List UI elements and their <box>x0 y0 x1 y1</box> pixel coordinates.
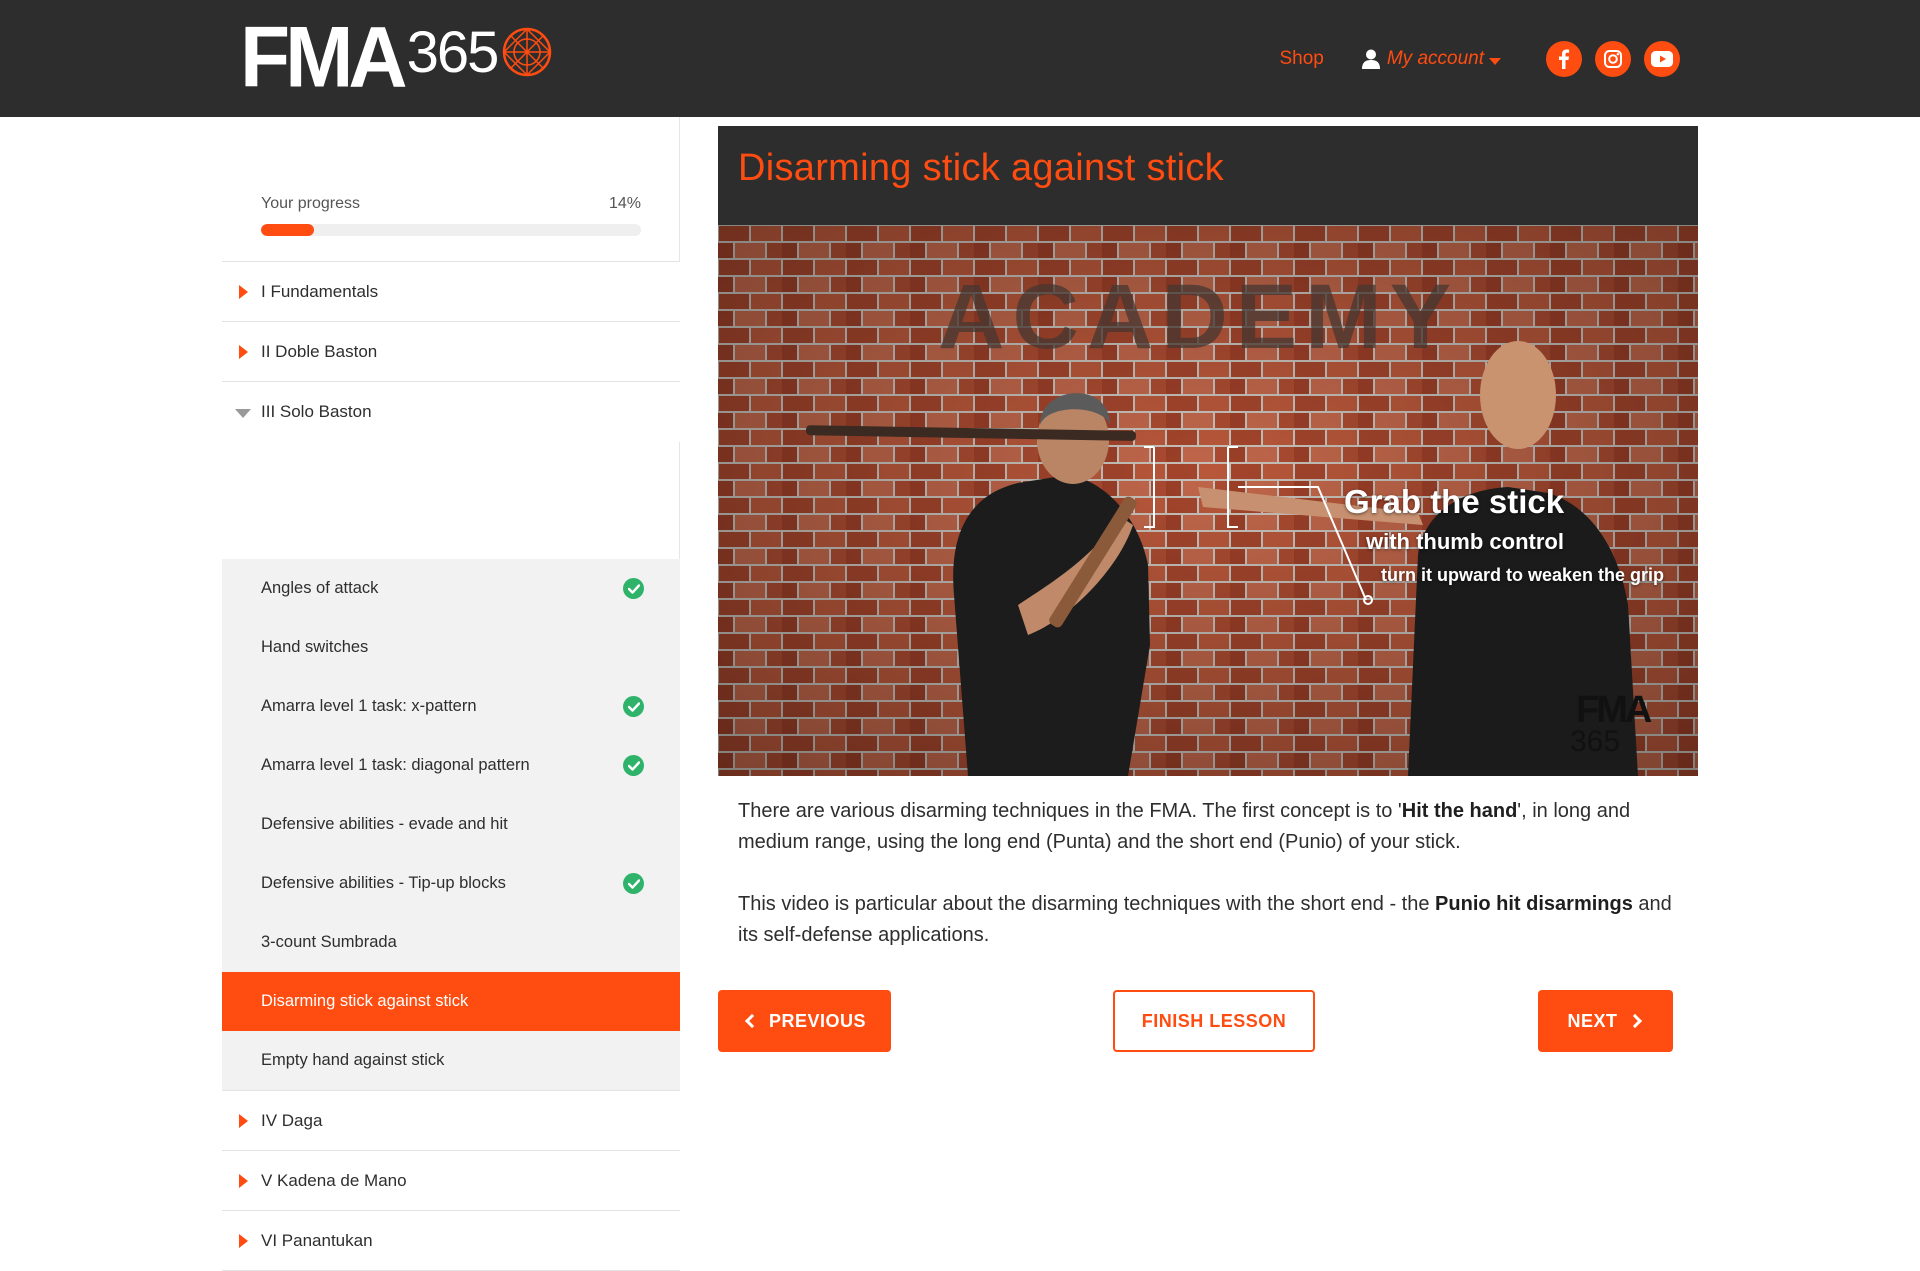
lesson-title: Disarming stick against stick <box>738 147 1224 189</box>
check-circle-icon <box>623 578 644 599</box>
section-solo-baston[interactable]: III Solo Baston <box>222 382 680 442</box>
previous-button[interactable]: PREVIOUS <box>718 990 891 1052</box>
wall-sign: ACADEMY <box>938 266 1460 368</box>
caret-right-icon <box>239 1174 248 1188</box>
site-header: FMA 365 Shop My account <box>0 0 1920 117</box>
progress-bar-fill <box>261 224 315 236</box>
lesson-label: Angles of attack <box>261 579 379 597</box>
section-panantukan[interactable]: VI Panantukan <box>222 1211 680 1271</box>
caret-right-icon <box>239 345 248 359</box>
description-paragraph: This video is particular about the disar… <box>738 893 1672 946</box>
lesson-item[interactable]: Amarra level 1 task: diagonal pattern <box>222 736 680 795</box>
lesson-label: Disarming stick against stick <box>261 992 469 1010</box>
top-nav: Shop My account <box>1279 40 1680 78</box>
section-fundamentals[interactable]: I Fundamentals <box>222 262 680 322</box>
course-sidebar: Your progress 14% I Fundamentals II Dobl… <box>222 117 680 1271</box>
lesson-item[interactable]: Disarming stick against stick <box>222 972 680 1031</box>
section-daga[interactable]: IV Daga <box>222 1091 680 1151</box>
progress-bar <box>261 224 641 236</box>
facebook-icon[interactable] <box>1546 41 1582 77</box>
lesson-label: Amarra level 1 task: diagonal pattern <box>261 756 530 774</box>
lesson-label: Hand switches <box>261 638 369 656</box>
chevron-right-icon <box>1627 1013 1642 1029</box>
lesson-item[interactable]: Defensive abilities - Tip-up blocks <box>222 854 680 913</box>
lesson-item[interactable]: 3-count Sumbrada <box>222 913 680 972</box>
lesson-list: Angles of attack Hand switches Amarra leve… <box>222 559 680 1091</box>
section-kadena-de-mano[interactable]: V Kadena de Mano <box>222 1151 680 1211</box>
section-label: V Kadena de Mano <box>261 1170 407 1190</box>
site-logo[interactable]: FMA 365 <box>240 9 553 106</box>
check-circle-icon <box>623 696 644 717</box>
lesson-video[interactable]: ACADEMY Grab the stick with thumb contro… <box>718 225 1698 776</box>
next-button-label: NEXT <box>1567 1010 1618 1031</box>
user-icon <box>1361 49 1380 69</box>
lesson-label: Amarra level 1 task: x-pattern <box>261 697 477 715</box>
lesson-content: Disarming stick against stick ACADEMY Gr… <box>718 126 1698 1052</box>
check-circle-icon <box>623 873 644 894</box>
logo-emblem-icon <box>503 27 552 77</box>
section-doble-baston[interactable]: II Doble Baston <box>222 322 680 382</box>
check-circle-icon <box>623 755 644 776</box>
lesson-title-bar: Disarming stick against stick <box>718 126 1698 225</box>
section-label: III Solo Baston <box>261 402 372 421</box>
progress-percent: 14% <box>608 195 641 212</box>
lesson-label: Defensive abilities - evade and hit <box>261 815 508 833</box>
logo-number: 365 <box>406 20 500 85</box>
lesson-label: 3-count Sumbrada <box>261 933 397 951</box>
previous-button-label: PREVIOUS <box>768 1010 867 1031</box>
progress-panel: Your progress 14% <box>222 131 680 262</box>
caret-down-icon <box>235 409 251 418</box>
caret-right-icon <box>239 1234 248 1248</box>
video-watermark-number: 365 <box>1570 725 1621 758</box>
my-account-label: My account <box>1386 48 1484 69</box>
progress-label: Your progress <box>261 195 361 212</box>
shop-link[interactable]: Shop <box>1279 48 1323 70</box>
lesson-label: Empty hand against stick <box>261 1051 445 1069</box>
instagram-icon[interactable] <box>1595 41 1631 77</box>
logo-text: FMA <box>240 9 408 106</box>
caret-right-icon <box>239 1114 248 1128</box>
chevron-down-icon <box>1489 57 1501 65</box>
section-label: IV Daga <box>261 1110 323 1130</box>
youtube-icon[interactable] <box>1644 41 1680 77</box>
video-caption-tertiary: turn it upward to weaken the grip <box>1381 565 1665 585</box>
next-button[interactable]: NEXT <box>1538 990 1673 1052</box>
lesson-item[interactable]: Amarra level 1 task: x-pattern <box>222 677 680 736</box>
section-label: VI Panantukan <box>261 1230 373 1250</box>
video-caption-main: Grab the stick <box>1344 483 1565 520</box>
lesson-label: Defensive abilities - Tip-up blocks <box>261 874 506 892</box>
lesson-item[interactable]: Angles of attack <box>222 559 680 618</box>
chevron-left-icon <box>744 1013 760 1029</box>
finish-lesson-label: FINISH LESSON <box>1141 1010 1287 1031</box>
description-paragraph: There are various disarming techniques i… <box>738 800 1631 853</box>
caret-right-icon <box>239 285 248 299</box>
lesson-description: There are various disarming techniques i… <box>738 796 1693 982</box>
lesson-item[interactable]: Defensive abilities - evade and hit <box>222 795 680 854</box>
section-label: II Doble Baston <box>261 341 378 361</box>
video-caption-secondary: with thumb control <box>1366 529 1564 554</box>
lesson-item[interactable]: Hand switches <box>222 618 680 677</box>
section-label: I Fundamentals <box>261 281 379 301</box>
my-account-menu[interactable]: My account <box>1361 48 1501 70</box>
finish-lesson-button[interactable]: FINISH LESSON <box>1113 990 1315 1052</box>
lesson-item[interactable]: Empty hand against stick <box>222 1031 680 1090</box>
